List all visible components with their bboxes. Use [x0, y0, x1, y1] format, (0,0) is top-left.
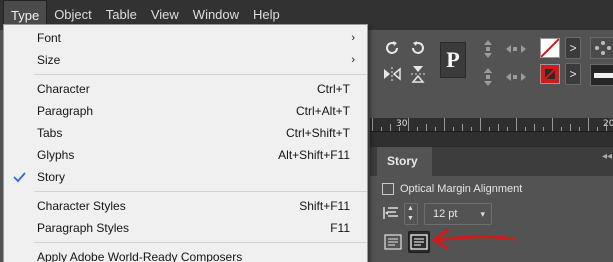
ruler-tick — [471, 127, 472, 131]
menu-item-world-ready-composers[interactable]: Apply Adobe World-Ready Composers — [4, 246, 367, 262]
menu-item-paragraph-styles[interactable]: Paragraph Styles F11 — [4, 217, 367, 239]
menu-item-shortcut: Shift+F11 — [299, 199, 350, 213]
select-content-icon[interactable] — [478, 66, 498, 88]
ruler-tick — [606, 124, 607, 131]
ruler-tick — [570, 124, 571, 131]
menu-item-shortcut: F11 — [330, 221, 350, 235]
size-field[interactable]: 12 pt ▾ — [424, 203, 492, 225]
story-page-icon-selected[interactable] — [408, 231, 430, 253]
ruler-tick — [372, 118, 373, 131]
annotation-arrow-icon — [430, 226, 516, 253]
story-page-icon[interactable] — [382, 231, 404, 253]
optical-margin-label: Optical Margin Alignment — [400, 183, 523, 195]
tab-story[interactable]: Story — [377, 147, 432, 176]
menu-item-shortcut: Ctrl+Alt+T — [295, 104, 350, 118]
ruler-tick — [561, 127, 562, 131]
ruler-tick — [552, 118, 553, 131]
rotate-counterclockwise-icon[interactable] — [408, 38, 428, 58]
fill-dropdown-button[interactable]: > — [565, 37, 581, 59]
ruler-tick — [444, 118, 445, 131]
ruler-tick — [579, 127, 580, 131]
flip-vertical-icon[interactable] — [408, 64, 428, 84]
chevron-down-icon[interactable]: ▾ — [480, 204, 485, 224]
size-value: 12 pt — [433, 208, 458, 220]
horizontal-ruler: 30 20 — [370, 118, 613, 132]
control-panel: P > > — [370, 30, 613, 118]
menu-item-label: Character Styles — [37, 199, 126, 213]
type-menu-dropdown: Font › Size › Character Ctrl+T Paragraph… — [3, 24, 368, 262]
menu-item-label: Font — [37, 31, 62, 45]
ruler-tick — [453, 127, 454, 131]
select-next-object-icon[interactable] — [504, 68, 528, 86]
menu-separator — [34, 191, 367, 192]
ruler-tick — [588, 118, 589, 131]
menu-item-glyphs[interactable]: Glyphs Alt+Shift+F11 — [4, 144, 367, 166]
ruler-tick — [462, 124, 463, 131]
menu-item-label: Character — [37, 82, 90, 96]
ruler-tick — [417, 127, 418, 131]
ruler-tick — [498, 124, 499, 131]
collapse-panel-icon[interactable]: ◂◂ — [602, 151, 612, 162]
story-icons-row — [382, 231, 434, 253]
ruler-tick — [525, 127, 526, 131]
panel-tab-strip: Story ◂◂ — [370, 147, 613, 176]
menu-item-character-styles[interactable]: Character Styles Shift+F11 — [4, 195, 367, 217]
ruler-tick — [390, 124, 391, 131]
ruler-tick — [435, 127, 436, 131]
stepper-down-icon[interactable]: ▼ — [407, 215, 414, 222]
ruler-tick — [408, 118, 409, 131]
menu-item-label: Glyphs — [37, 148, 75, 162]
stroke-dropdown-button[interactable]: > — [565, 63, 581, 85]
select-container-icon[interactable] — [478, 38, 498, 60]
ruler-tick — [399, 127, 400, 131]
ruler-tick — [516, 118, 517, 131]
paragraph-glyph: P — [446, 47, 460, 72]
ruler-tick — [489, 127, 490, 131]
stepper-up-icon[interactable]: ▲ — [407, 205, 414, 212]
menu-item-label: Apply Adobe World-Ready Composers — [37, 250, 243, 262]
menu-item-character[interactable]: Character Ctrl+T — [4, 78, 367, 100]
stroke-weight-preview[interactable] — [590, 64, 613, 86]
paragraph-reference-point-box[interactable]: P — [440, 42, 466, 78]
rotate-clockwise-icon[interactable] — [382, 38, 402, 58]
fill-swatch-none[interactable] — [540, 38, 560, 58]
align-based-on-size-icon — [382, 204, 400, 225]
size-stepper[interactable]: ▲ ▼ — [404, 203, 418, 225]
ruler-label-20: 20 — [603, 119, 613, 129]
ruler-tick — [534, 124, 535, 131]
menu-item-label: Story — [37, 170, 66, 184]
menu-item-paragraph[interactable]: Paragraph Ctrl+Alt+T — [4, 100, 367, 122]
panel-header-strip — [370, 132, 613, 146]
checkmark-icon — [12, 166, 26, 195]
menu-separator — [34, 74, 367, 75]
select-previous-object-icon[interactable] — [504, 40, 528, 58]
optical-size-row: ▲ ▼ 12 pt ▾ — [382, 203, 492, 225]
submenu-arrow-icon: › — [351, 54, 355, 66]
menu-item-label: Paragraph — [37, 104, 94, 118]
ruler-label-30: 30 — [396, 119, 408, 129]
ruler-tick — [426, 124, 427, 131]
submenu-arrow-icon: › — [351, 32, 355, 44]
menu-item-story[interactable]: Story — [4, 166, 367, 188]
ruler-tick — [480, 118, 481, 131]
ruler-tick — [381, 127, 382, 131]
reference-point-field[interactable] — [590, 37, 613, 59]
menu-item-label: Size — [37, 53, 61, 67]
stroke-swatch[interactable] — [540, 64, 560, 84]
optical-margin-row: Optical Margin Alignment — [382, 183, 522, 195]
menu-item-shortcut: Ctrl+T — [317, 82, 350, 96]
menu-item-tabs[interactable]: Tabs Ctrl+Shift+T — [4, 122, 367, 144]
menu-separator — [34, 242, 367, 243]
flip-horizontal-icon[interactable] — [382, 64, 402, 84]
ruler-tick — [597, 127, 598, 131]
menu-item-label: Paragraph Styles — [37, 221, 130, 235]
ruler-tick — [507, 127, 508, 131]
ruler-tick — [543, 127, 544, 131]
optical-margin-checkbox[interactable] — [382, 183, 394, 195]
menu-item-size[interactable]: Size › — [4, 49, 367, 71]
menu-item-shortcut: Alt+Shift+F11 — [278, 148, 350, 162]
menu-item-shortcut: Ctrl+Shift+T — [285, 126, 350, 140]
menu-item-font[interactable]: Font › — [4, 27, 367, 49]
menu-item-label: Tabs — [37, 126, 63, 140]
